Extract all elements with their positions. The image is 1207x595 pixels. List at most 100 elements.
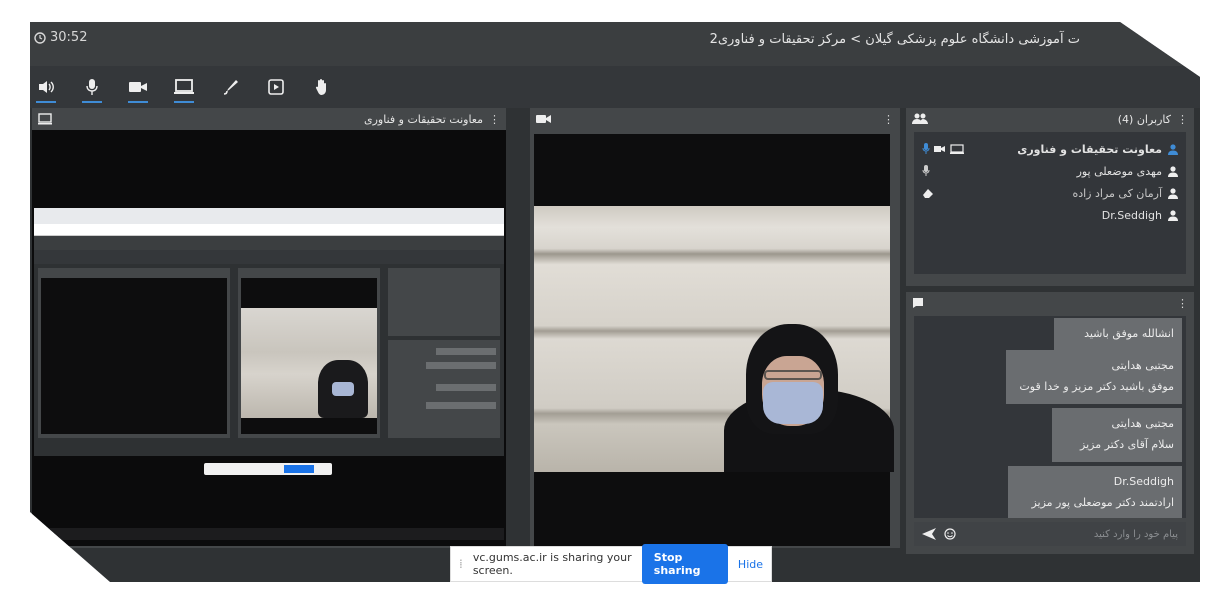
message-sender: مجتبی هدایتی: [1111, 417, 1174, 430]
screen-share-icon: [174, 79, 194, 94]
participants-header: کاربران (4) ⋮: [906, 108, 1194, 130]
app-window: 30:52 ت آموزشی دانشگاه علوم پزشکی گیلان …: [30, 22, 1200, 582]
shared-mini-msg: [426, 362, 496, 369]
shared-mini-msg: [426, 402, 496, 409]
shared-mini-sharing-bar: [204, 463, 332, 475]
presentation-button[interactable]: [264, 75, 288, 99]
user-status-icons: [922, 143, 964, 155]
chat-message: انشالله موفق باشید: [1054, 318, 1182, 351]
screen-share-button[interactable]: [172, 75, 196, 103]
participants-title: کاربران (4): [1117, 112, 1171, 126]
hide-button[interactable]: Hide: [738, 558, 763, 571]
list-item[interactable]: آرمان کی مراد زاده: [922, 182, 1178, 204]
shared-mini-msg: [436, 384, 496, 391]
chat-header: ⋮: [906, 292, 1194, 314]
shared-mini-share-content: [41, 278, 227, 434]
shared-mini-mask: [332, 382, 354, 396]
user-name: آرمان کی مراد زاده: [1072, 186, 1162, 200]
clock-icon: [34, 31, 46, 44]
panel-menu-icon[interactable]: ⋮: [489, 113, 500, 126]
shared-mini-share-panel: [38, 268, 230, 438]
microphone-icon: [86, 79, 98, 95]
message-text: سلام آقای دکتر مزیز: [1080, 437, 1174, 451]
user-status-icons: [922, 165, 930, 177]
shared-mini-stop-button: [284, 465, 314, 473]
camera-icon: [934, 146, 945, 152]
user-name: معاونت تحقیقات و فناوری: [1017, 142, 1162, 156]
brush-icon: [223, 80, 238, 95]
microphone-button[interactable]: [80, 75, 104, 103]
list-item[interactable]: مهدی موضعلی پور: [922, 160, 1178, 182]
list-item[interactable]: Dr.Seddigh: [922, 204, 1178, 226]
shared-address-bar: [34, 224, 504, 236]
shared-app-toolbar: [34, 250, 504, 264]
webcam-panel: ⋮: [530, 108, 900, 548]
participants-panel: کاربران (4) ⋮ معاونت تحقیقات و فناوری مه…: [906, 108, 1194, 286]
user-icon: [1168, 143, 1178, 155]
shared-mini-msg: [436, 348, 496, 355]
user-icon: [1168, 209, 1178, 221]
chat-icon: [913, 298, 923, 308]
chat-input[interactable]: پیام خود را وارد کنید: [914, 522, 1186, 546]
user-entry: آرمان کی مراد زاده: [1072, 187, 1178, 200]
panel-menu-icon[interactable]: ⋮: [883, 113, 894, 126]
message-text: انشالله موفق باشید: [1084, 327, 1174, 340]
chat-message: مجتبی هدایتی موفق باشید دکتر مزیز و خدا …: [1006, 350, 1182, 404]
shared-app-view: [34, 236, 504, 456]
share-panel-title: معاونت تحقیقات و فناوری: [363, 112, 483, 126]
chat-input-placeholder: پیام خود را وارد کنید: [1093, 528, 1178, 540]
session-timer: 30:52: [34, 30, 87, 45]
user-entry: مهدی موضعلی پور: [1077, 165, 1178, 178]
share-panel-header: معاونت تحقیقات و فناوری ⋮: [32, 108, 506, 130]
raise-hand-icon: [315, 79, 326, 95]
title-bar: 30:52 ت آموزشی دانشگاه علوم پزشکی گیلان …: [30, 22, 1200, 66]
raise-hand-button[interactable]: [310, 75, 334, 99]
user-name: Dr.Seddigh: [1101, 208, 1162, 222]
screen-share-panel: معاونت تحقیقات و فناوری ⋮: [32, 108, 506, 548]
chat-panel: ⋮ انشالله موفق باشید مجتبی هدایتی موفق ب…: [906, 292, 1194, 554]
timer-text: 30:52: [50, 30, 88, 45]
drag-handle-icon[interactable]: ⁞: [459, 557, 463, 571]
presentation-icon: [268, 79, 284, 95]
shared-taskbar: [34, 528, 504, 540]
shared-mini-cam-panel: [238, 268, 380, 438]
send-icon[interactable]: [922, 528, 936, 540]
microphone-icon: [922, 165, 930, 176]
list-item[interactable]: معاونت تحقیقات و فناوری: [922, 138, 1178, 160]
screen-icon: [38, 113, 52, 125]
users-icon: [912, 113, 928, 124]
camera-icon: [129, 82, 147, 92]
shared-mini-chat-panel: [388, 340, 500, 438]
webcam-panel-header: ⋮: [530, 108, 900, 130]
speaker-button[interactable]: [34, 75, 58, 103]
screen-sharing-bar: ⁞ vc.gums.ac.ir is sharing your screen. …: [450, 544, 772, 584]
emoji-icon[interactable]: [944, 528, 956, 540]
sharing-message: vc.gums.ac.ir is sharing your screen.: [472, 551, 632, 577]
video-camera-icon: [536, 115, 551, 123]
message-text: ارادتمند دکتر موضعلی پور مزیز: [1031, 495, 1174, 509]
chat-messages: انشالله موفق باشید مجتبی هدایتی موفق باش…: [914, 316, 1186, 518]
user-status-icons: [922, 187, 934, 199]
face-mask: [763, 382, 823, 424]
shared-screen: [32, 130, 506, 546]
user-entry: معاونت تحقیقات و فناوری: [1017, 143, 1178, 156]
user-name: مهدی موضعلی پور: [1076, 164, 1162, 178]
stop-sharing-button[interactable]: Stop sharing: [641, 544, 728, 584]
panel-menu-icon[interactable]: ⋮: [1177, 297, 1188, 310]
webcam-video: [534, 134, 894, 546]
message-text: موفق باشید دکتر مزیز و خدا قوت: [1019, 379, 1174, 393]
camera-button[interactable]: [126, 75, 150, 103]
shared-browser-tabs: [34, 208, 504, 224]
glasses: [764, 370, 822, 380]
page-title: ت آموزشی دانشگاه علوم پزشکی گیلان > مرکز…: [709, 32, 1080, 47]
chat-message: مجتبی هدایتی سلام آقای دکتر مزیز: [1052, 408, 1182, 462]
draw-button[interactable]: [218, 75, 242, 99]
message-sender: Dr.Seddigh: [1113, 475, 1174, 488]
message-sender: مجتبی هدایتی: [1111, 359, 1174, 372]
shared-app-titlebar: [34, 236, 504, 250]
speaker-icon: [39, 81, 54, 93]
microphone-icon: [922, 143, 930, 154]
panel-menu-icon[interactable]: ⋮: [1177, 113, 1188, 126]
user-entry: Dr.Seddigh: [1102, 209, 1178, 222]
user-icon: [1168, 165, 1178, 177]
